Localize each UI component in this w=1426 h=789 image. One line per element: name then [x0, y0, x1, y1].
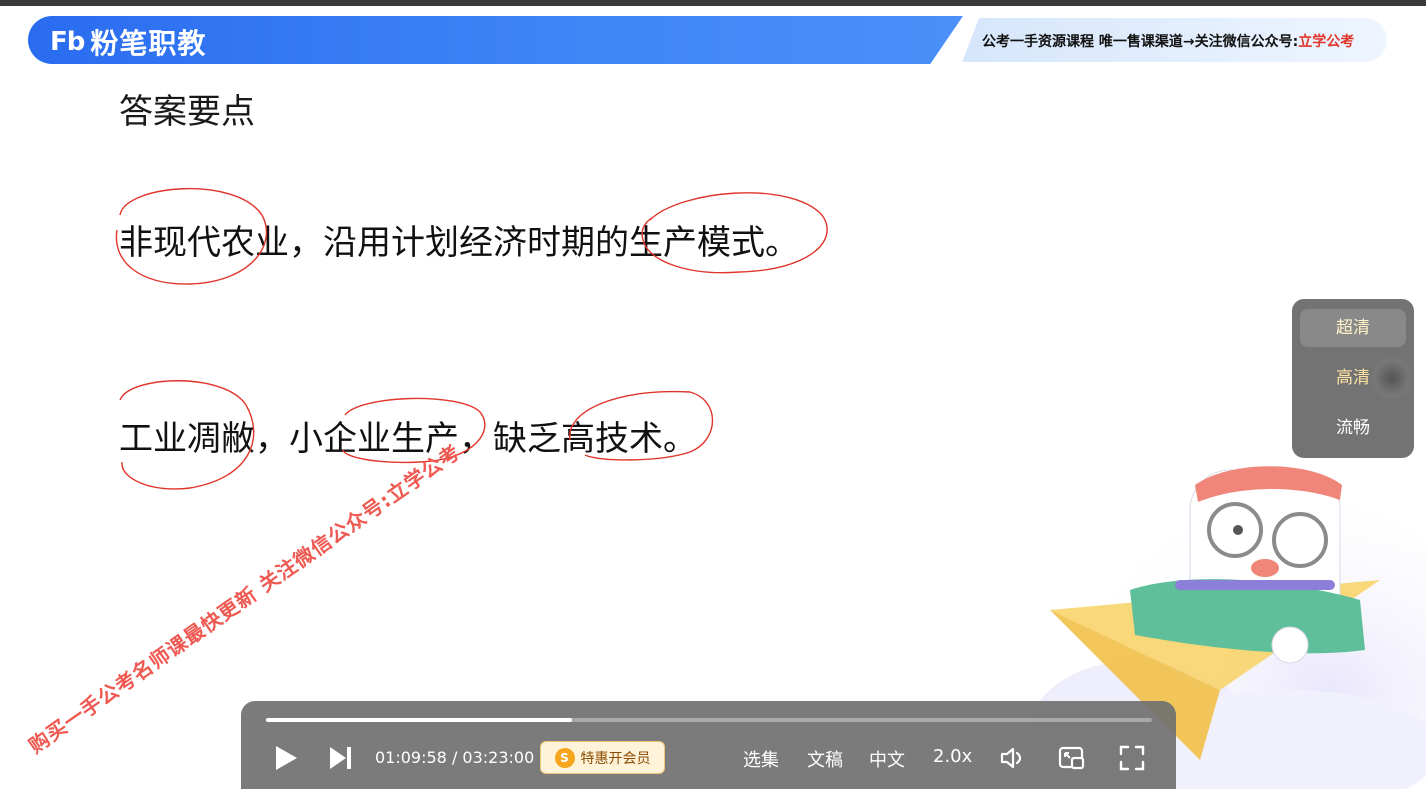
playback-speed-button[interactable]: 2.0x: [933, 746, 972, 767]
playback-time: 01:09:58 / 03:23:00: [375, 748, 534, 767]
next-episode-icon[interactable]: [327, 744, 355, 772]
vip-offer-button[interactable]: S 特惠开会员: [540, 741, 665, 774]
logo-text: 粉笔职教: [90, 27, 207, 60]
play-icon[interactable]: [272, 744, 300, 772]
quality-option-ultra[interactable]: 超清: [1300, 309, 1406, 347]
vip-offer-label: 特惠开会员: [580, 750, 651, 767]
brand-logo: Fb 粉笔职教: [50, 22, 206, 62]
current-time: 01:09:58: [375, 748, 447, 767]
promo-prefix: 公考一手资源课程 唯一售课渠道→关注微信公众号:: [982, 34, 1299, 50]
total-time: 03:23:00: [462, 748, 535, 767]
top-border: [0, 0, 1426, 6]
fullscreen-icon[interactable]: [1117, 743, 1147, 773]
logo-mark: Fb: [50, 27, 85, 57]
promo-text: 公考一手资源课程 唯一售课渠道→关注微信公众号:立学公考: [982, 31, 1354, 51]
volume-icon[interactable]: [998, 743, 1028, 773]
promo-banner: 公考一手资源课程 唯一售课渠道→关注微信公众号:立学公考: [962, 18, 1387, 62]
answer-point-1: 非现代农业，沿用计划经济时期的生产模式。: [119, 223, 799, 263]
transcript-button[interactable]: 文稿: [807, 746, 843, 772]
player-control-bar: [241, 701, 1176, 789]
episodes-button[interactable]: 选集: [743, 746, 779, 772]
vip-coin-icon: S: [554, 747, 575, 768]
progress-fill: [266, 718, 572, 722]
subtitle-language-button[interactable]: 中文: [869, 746, 905, 772]
picture-in-picture-icon[interactable]: [1057, 743, 1087, 773]
time-separator: /: [446, 748, 463, 767]
answer-point-2: 工业凋敝，小企业生产，缺乏高技术。: [119, 419, 697, 459]
quality-option-smooth[interactable]: 流畅: [1300, 409, 1406, 447]
slide-heading: 答案要点: [119, 92, 255, 132]
quality-drag-handle[interactable]: [1372, 358, 1412, 398]
progress-bar[interactable]: [266, 718, 1152, 722]
promo-highlight: 立学公考: [1298, 34, 1355, 50]
